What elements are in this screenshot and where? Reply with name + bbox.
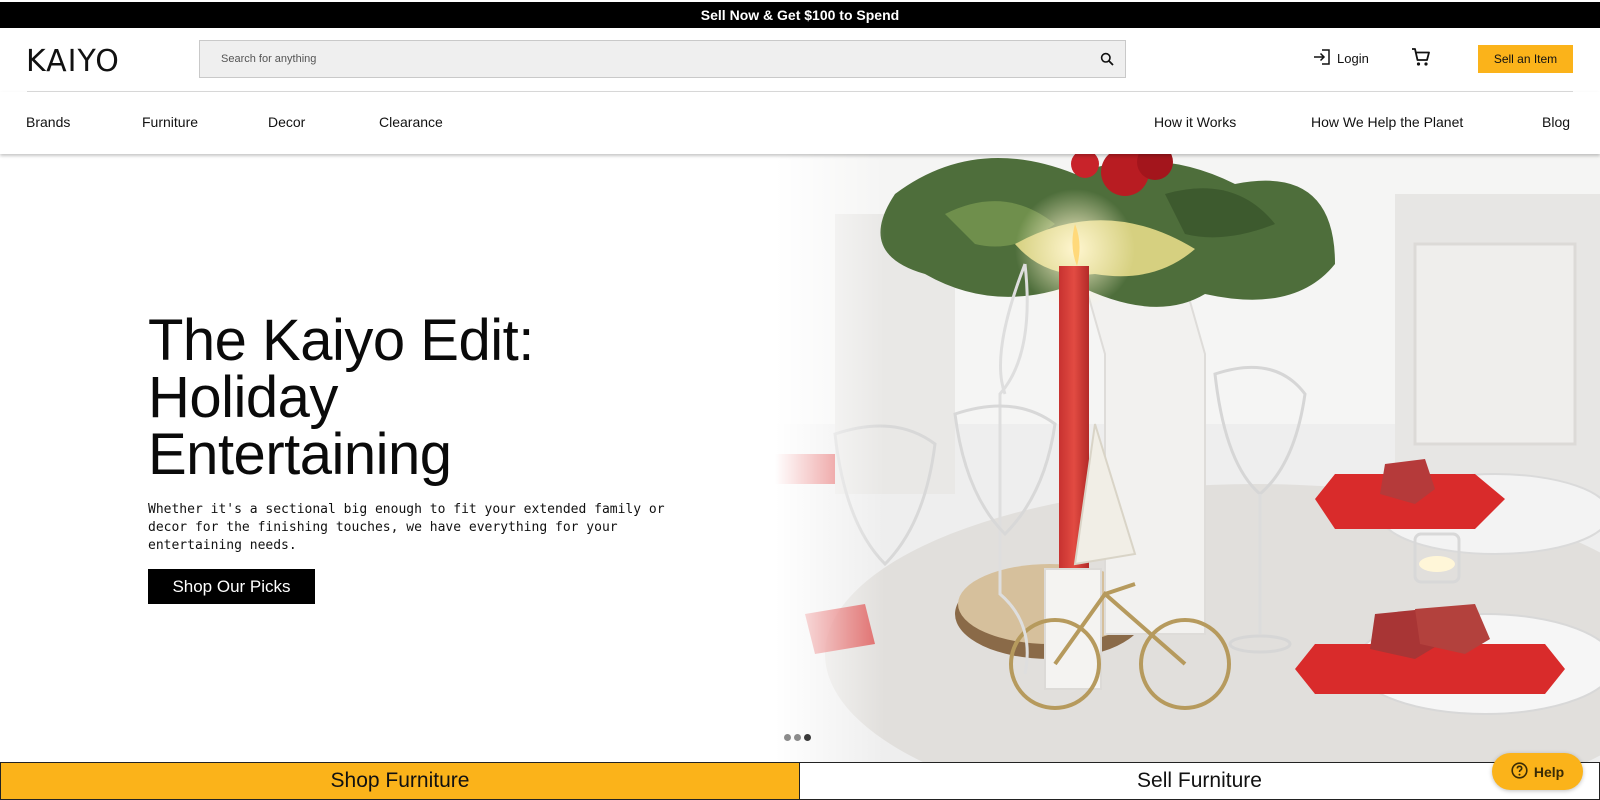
carousel-dot-2[interactable] [794, 734, 801, 741]
carousel-dot-1[interactable] [784, 734, 791, 741]
search-bar [199, 40, 1126, 78]
hero-banner: The Kaiyo Edit: Holiday Entertaining Whe… [0, 154, 1600, 762]
login-link[interactable]: Login [1313, 49, 1369, 68]
nav-furniture[interactable]: Furniture [142, 114, 198, 130]
search-icon[interactable] [1089, 41, 1125, 77]
login-label: Login [1337, 51, 1369, 66]
cart-icon[interactable] [1411, 47, 1431, 72]
carousel-dots [784, 734, 811, 741]
search-input[interactable] [200, 41, 1089, 77]
sell-furniture-button[interactable]: Sell Furniture [800, 762, 1600, 800]
hero-title: The Kaiyo Edit: Holiday Entertaining [148, 312, 534, 484]
site-header: KAIYO Login Sell an Item [0, 28, 1600, 92]
sell-furniture-label: Sell Furniture [1137, 769, 1262, 792]
question-icon [1511, 761, 1528, 782]
nav-help-planet[interactable]: How We Help the Planet [1311, 114, 1463, 130]
nav-how-it-works[interactable]: How it Works [1154, 114, 1236, 130]
sell-item-button[interactable]: Sell an Item [1478, 45, 1573, 73]
hero-description: Whether it's a sectional big enough to f… [148, 502, 665, 553]
login-icon [1313, 49, 1331, 68]
hero-title-line-1: The Kaiyo Edit: [148, 308, 534, 373]
kaiyo-logo[interactable]: KAIYO [26, 44, 120, 79]
nav-blog[interactable]: Blog [1542, 114, 1570, 130]
shop-furniture-button[interactable]: Shop Furniture [0, 762, 800, 800]
carousel-dot-3[interactable] [804, 734, 811, 741]
promo-banner[interactable]: Sell Now & Get $100 to Spend [0, 2, 1600, 28]
help-button[interactable]: Help [1492, 753, 1583, 790]
hero-title-line-3: Entertaining [148, 422, 452, 487]
nav-decor[interactable]: Decor [268, 114, 305, 130]
holiday-table-image [775, 154, 1600, 762]
hero-image-fade [775, 154, 885, 762]
help-label: Help [1533, 763, 1565, 780]
hero-title-line-2: Holiday [148, 365, 338, 430]
nav-brands[interactable]: Brands [26, 114, 70, 130]
main-nav: Brands Furniture Decor Clearance How it … [0, 92, 1600, 154]
shop-our-picks-button[interactable]: Shop Our Picks [148, 569, 315, 604]
nav-clearance[interactable]: Clearance [379, 114, 443, 130]
shop-furniture-label: Shop Furniture [330, 769, 470, 792]
promo-text: Sell Now & Get $100 to Spend [700, 7, 900, 23]
